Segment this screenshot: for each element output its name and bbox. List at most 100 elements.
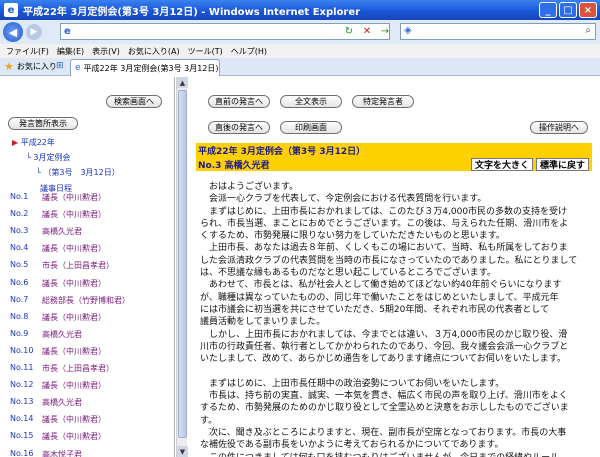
speaker-number: No.4 <box>10 243 29 253</box>
show-all-button[interactable]: 全文表示 <box>280 95 342 108</box>
speaker-name[interactable]: 議長（中川勲君） <box>42 414 106 425</box>
speech-line: す。 <box>200 415 218 426</box>
menu-help[interactable]: ヘルプ(H) <box>231 46 267 57</box>
speaker-number: No.8 <box>10 311 29 321</box>
address-actions: ↻ ✕ → <box>342 24 392 38</box>
speaker-name[interactable]: 議長（中川勲君） <box>42 380 106 391</box>
favorites-label: お気に入り <box>16 62 57 71</box>
speaker-number: No.12 <box>10 380 34 390</box>
speaker-number: No.7 <box>10 294 29 304</box>
scroll-down-icon[interactable]: ▼ <box>177 446 188 457</box>
speaker-list-item[interactable]: No.14 議長（中川勲君） <box>0 414 175 431</box>
speaker-list-item[interactable]: No.3 高橋久光君 <box>0 226 175 243</box>
speaker-name[interactable]: 市長（上田昌孝君） <box>42 363 114 374</box>
speaker-list-item[interactable]: No.8 議長（中川勲君） <box>0 312 175 329</box>
speech-line: には市議会に初当選を共にさせていただき、5期20年間、それぞれ市民の代表者として <box>200 304 550 315</box>
speaker-number: No.14 <box>10 414 34 424</box>
reset-text-button[interactable]: 標準に戻す <box>535 158 589 171</box>
meeting-date-title: 平成22年 3月定例会（第3号 3月12日） <box>198 147 366 157</box>
speaker-list-item[interactable]: No.6 議長（中川勲君） <box>0 278 175 295</box>
scroll-up-icon[interactable]: ▲ <box>177 77 188 88</box>
live-search-icon: ◈ <box>404 25 412 36</box>
speaker-list-item[interactable]: No.9 高橋久光君 <box>0 329 175 346</box>
address-bar-row: ◀ ▶ e ↻ ✕ → ◈ ⌕ <box>0 20 600 44</box>
speaker-list-item[interactable]: No.2 議長（中川勲君） <box>0 209 175 226</box>
back-button[interactable]: ◀ <box>3 22 23 42</box>
speaker-list-item[interactable]: No.11 市長（上田昌孝君） <box>0 363 175 380</box>
tree-issue-label: （第3号 3月12日） <box>43 168 120 177</box>
speaker-name[interactable]: 高橋久光君 <box>42 329 82 340</box>
enlarge-text-button[interactable]: 文字を大きく <box>470 158 533 171</box>
refresh-icon[interactable]: ↻ <box>342 24 356 38</box>
speaker-list-item[interactable]: No.16 高木悦子君 <box>0 449 175 457</box>
menu-tools[interactable]: ツール(T) <box>188 46 223 57</box>
quick-tabs-icon[interactable]: ⊞ <box>56 61 64 71</box>
go-icon[interactable]: → <box>378 24 392 38</box>
forward-button[interactable]: ▶ <box>26 24 42 40</box>
menu-view[interactable]: 表示(V) <box>92 46 120 57</box>
menu-bar: ファイル(F) 編集(E) 表示(V) お気に入り(A) ツール(T) ヘルプ(… <box>0 44 600 58</box>
tree-issue[interactable]: └ （第3号 3月12日） <box>36 167 120 178</box>
speaker-list-item[interactable]: No.5 市長（上田昌孝君） <box>0 260 175 277</box>
speech-line: くするため、市勢発展に限りない努力をしていただきたいものと思います。 <box>200 231 505 242</box>
page-icon: e <box>75 63 81 73</box>
maximize-button[interactable]: □ <box>559 2 577 18</box>
favorites-button[interactable]: ★ お気に入り <box>4 60 57 73</box>
prev-speaker-button[interactable]: 直前の発言へ <box>208 95 270 108</box>
speech-line: まずはじめに、上田市長任期中の政治姿勢についてお伺いをいたします。 <box>200 378 505 389</box>
speech-line: するため、市勢発展のためのかじ取り役として全霊込めと決意をお示ししたものでござい… <box>200 403 569 414</box>
speech-line <box>200 365 596 377</box>
search-icon[interactable]: ⌕ <box>585 25 591 36</box>
scroll-thumb[interactable] <box>178 90 187 438</box>
help-button[interactable]: 操作説明へ <box>530 121 588 134</box>
speaker-number: No.3 <box>10 226 29 236</box>
menu-edit[interactable]: 編集(E) <box>57 46 84 57</box>
menu-file[interactable]: ファイル(F) <box>6 46 49 57</box>
speaker-name[interactable]: 高橋久光君 <box>42 397 82 408</box>
tab-active[interactable]: e 平成22年 3月定例会(第3号 3月12日) <box>70 59 220 76</box>
specific-speaker-button[interactable]: 特定発言者 <box>352 95 414 108</box>
speaker-list-item[interactable]: No.4 議長（中川勲君） <box>0 243 175 260</box>
speaker-name[interactable]: 議長（中川勲君） <box>42 431 106 442</box>
left-scrollbar[interactable]: ▲ ▼ <box>176 77 188 457</box>
speaker-number: No.5 <box>10 260 29 270</box>
speaker-list-item[interactable]: No.13 高橋久光君 <box>0 397 175 414</box>
search-input[interactable]: ◈ ⌕ <box>400 23 596 40</box>
stop-icon[interactable]: ✕ <box>360 24 374 38</box>
speaker-list-item[interactable]: No.7 総務部長（竹野博和君） <box>0 295 175 312</box>
window-controls: _ □ × <box>539 2 597 18</box>
speaker-name[interactable]: 議長（中川勲君） <box>42 209 106 220</box>
speaker-name[interactable]: 市長（上田昌孝君） <box>42 260 114 271</box>
minimize-button[interactable]: _ <box>539 2 557 18</box>
speaker-number: No.15 <box>10 431 34 441</box>
close-button[interactable]: × <box>579 2 597 18</box>
speaker-name[interactable]: 高橋久光君 <box>42 226 82 237</box>
print-button[interactable]: 印刷画面 <box>280 121 342 134</box>
right-pane: 直前の発言へ 全文表示 特定発言者 直後の発言へ 印刷画面 操作説明へ 平成22… <box>188 77 600 457</box>
address-input[interactable]: e <box>60 23 390 40</box>
speaker-list-item[interactable]: No.15 議長（中川勲君） <box>0 431 175 448</box>
speech-line: した会派清政クラブの代表質問を当時の市長になさっていたのでありました。私にとりま… <box>200 255 578 266</box>
speaker-list-button[interactable]: 発言箇所表示 <box>8 117 78 130</box>
speaker-name[interactable]: 高木悦子君 <box>42 449 82 457</box>
tree-year[interactable]: ▶ 平成22年 <box>12 137 55 148</box>
speaker-list-item[interactable]: No.10 議長（中川勲君） <box>0 346 175 363</box>
next-speaker-button[interactable]: 直後の発言へ <box>208 121 270 134</box>
speaker-name[interactable]: 議長（中川勲君） <box>42 346 106 357</box>
star-icon: ★ <box>4 60 14 73</box>
speaker-name[interactable]: 総務部長（竹野博和君） <box>42 295 130 306</box>
menu-favorites[interactable]: お気に入り(A) <box>128 46 180 57</box>
speaker-name[interactable]: 議長（中川勲君） <box>42 278 106 289</box>
search-screen-button[interactable]: 検索画面へ <box>106 95 162 108</box>
speaker-name[interactable]: 議長（中川勲君） <box>42 243 106 254</box>
speech-line: 市長は、持ち前の実直、誠実、一本気を貫き、幅広く市民の声を取り上げ、滑川市をよく <box>200 391 568 402</box>
speaker-number: No.9 <box>10 328 29 338</box>
speech-line: しかし、上田市長におかれましては、今までとは違い、３万4,000市民のかじ取り役… <box>200 329 568 340</box>
speaker-name[interactable]: 議長（中川勲君） <box>42 312 106 323</box>
window-titlebar: e 平成22年 3月定例会(第3号 3月12日) - Windows Inter… <box>0 0 600 20</box>
speaker-number: No.13 <box>10 397 34 407</box>
speaker-name[interactable]: 議長（中川勲君） <box>42 192 106 203</box>
tree-session[interactable]: └ 3月定例会 <box>26 152 70 163</box>
speaker-list-item[interactable]: No.12 議長（中川勲君） <box>0 380 175 397</box>
speaker-list-item[interactable]: No.1 議長（中川勲君） <box>0 192 175 209</box>
